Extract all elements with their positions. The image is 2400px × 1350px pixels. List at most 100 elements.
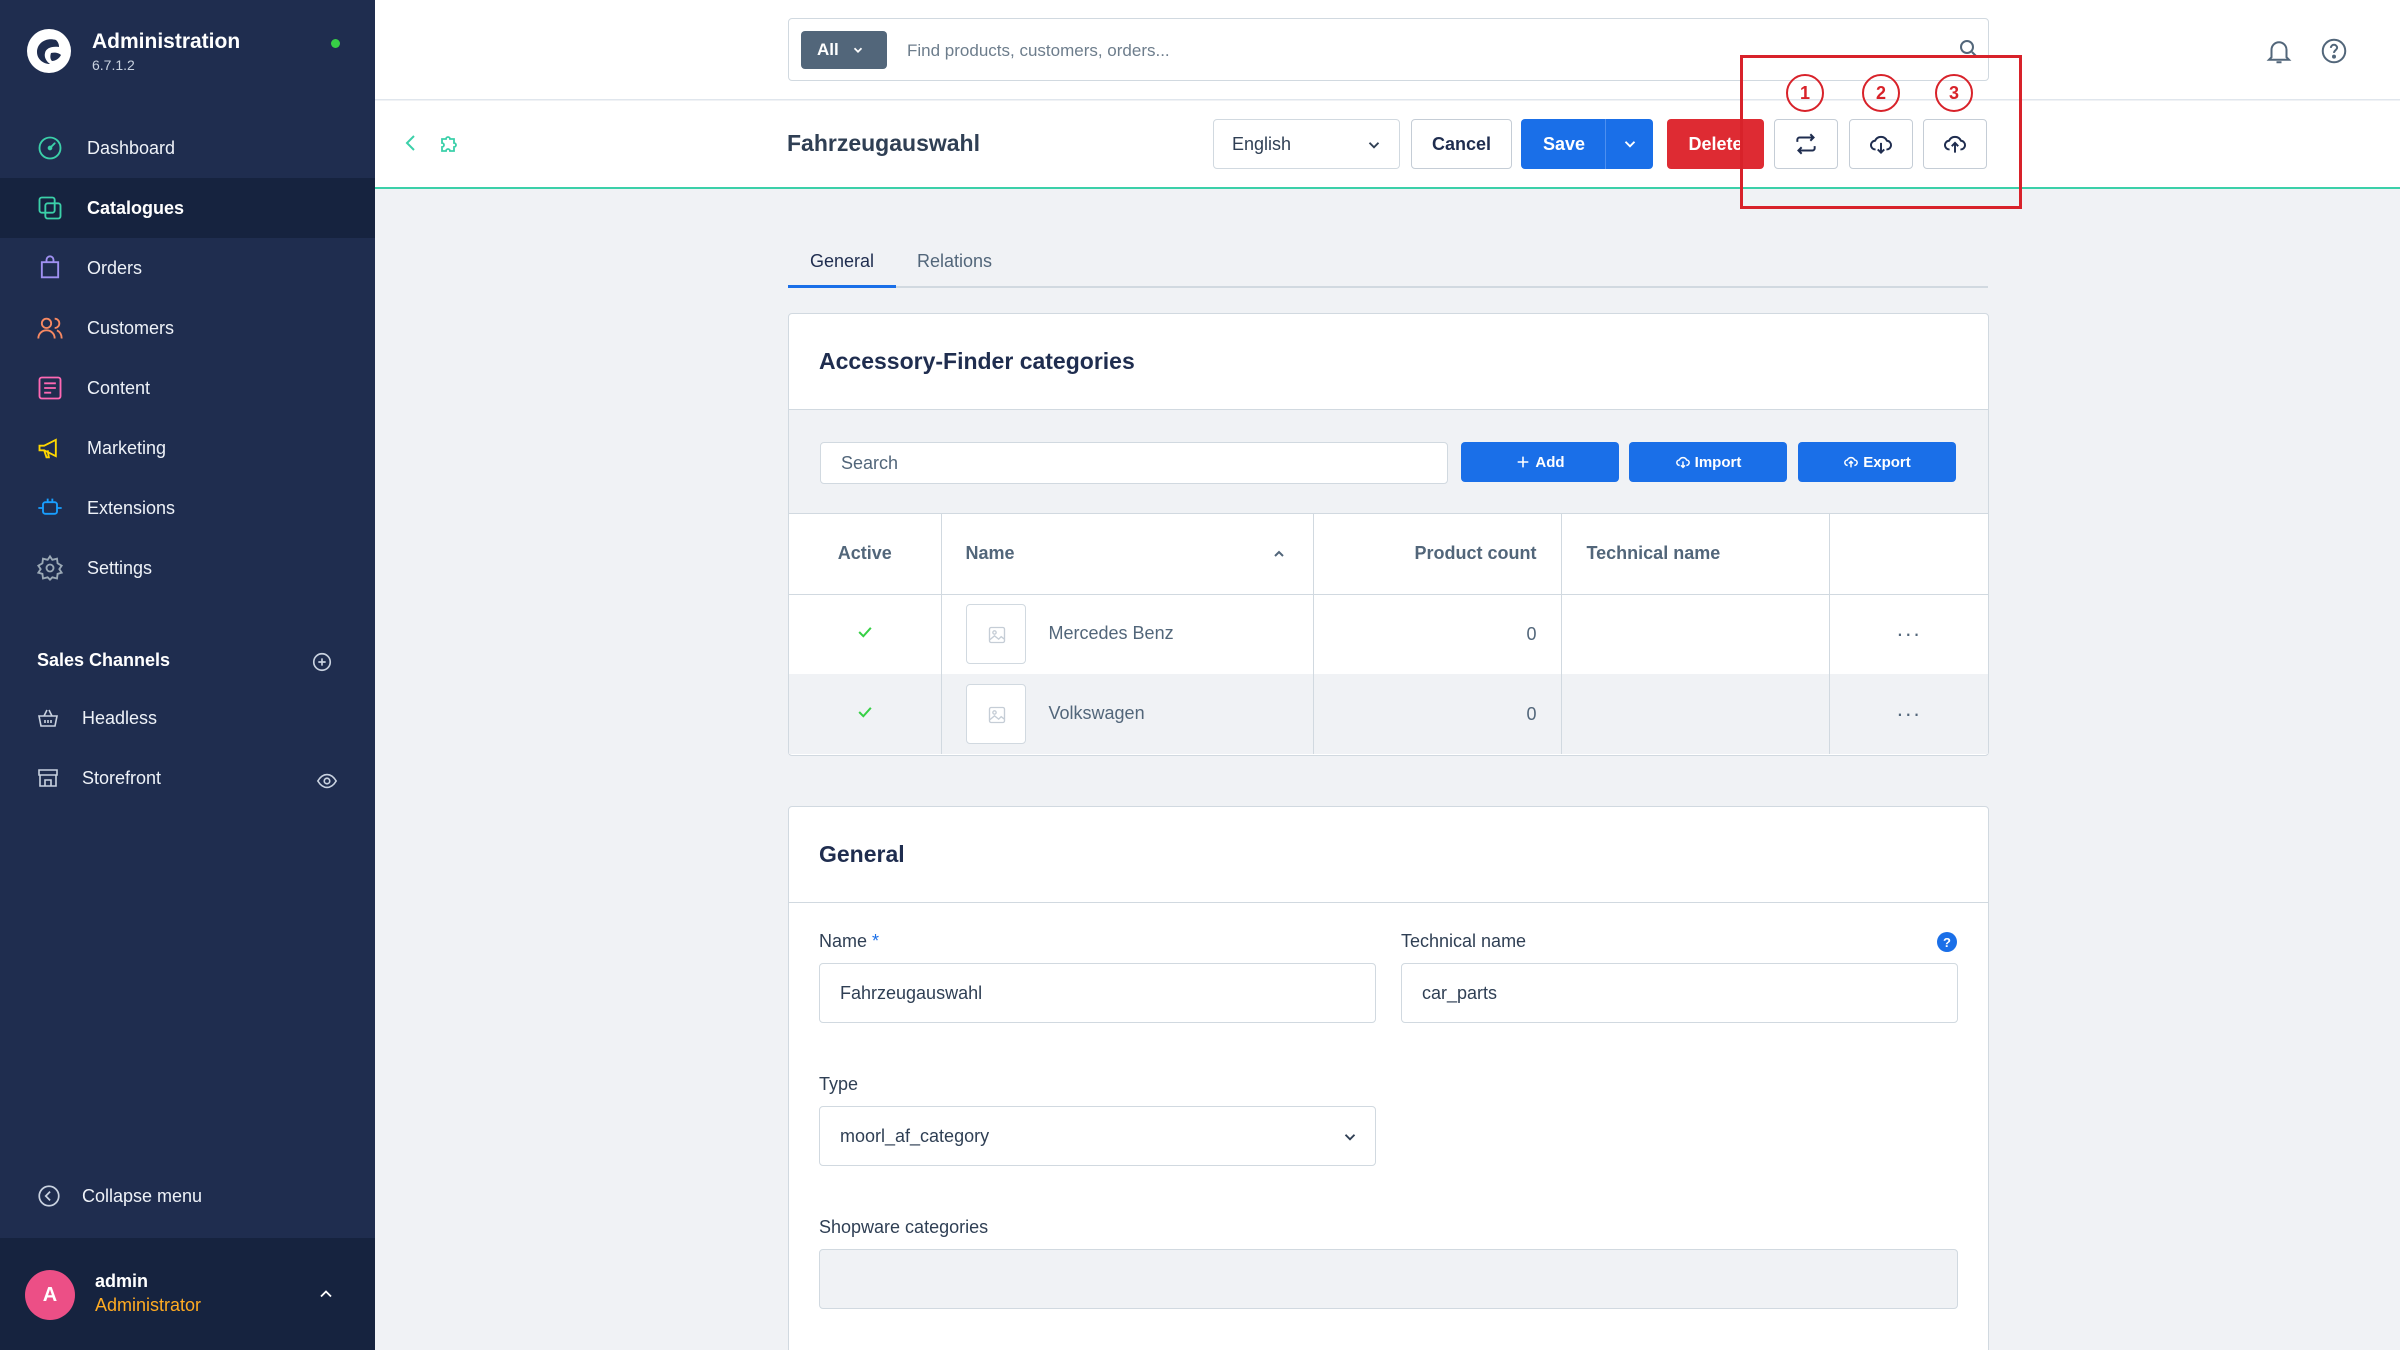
product-count-cell: 0: [1313, 594, 1562, 674]
annotation-number: 2: [1862, 74, 1900, 112]
name-label-text: Name: [819, 931, 868, 951]
add-sales-channel-icon[interactable]: [311, 651, 333, 673]
type-select[interactable]: moorl_af_category: [819, 1106, 1376, 1166]
search-scope-label: All: [817, 40, 839, 59]
save-label: Save: [1543, 133, 1586, 154]
category-name[interactable]: Mercedes Benz: [1049, 623, 1174, 643]
name-cell[interactable]: Mercedes Benz: [941, 594, 1314, 674]
sidebar-item-catalogues[interactable]: Catalogues: [0, 178, 375, 238]
extensions-icon: [38, 498, 62, 515]
name-cell[interactable]: Volkswagen: [941, 674, 1314, 754]
column-header-name[interactable]: Name: [941, 514, 1314, 595]
sidebar-item-label: Extensions: [87, 497, 176, 518]
sales-channel-label: Headless: [82, 707, 158, 728]
cloud-icon: [1675, 456, 1690, 469]
grid-search-input[interactable]: Search: [820, 442, 1448, 484]
type-field-label: Type: [819, 1074, 859, 1094]
eye-icon[interactable]: [316, 770, 338, 792]
smart-bar: Fahrzeugauswahl English Cancel Save Dele…: [375, 101, 2400, 189]
technical-name-input[interactable]: car_parts: [1401, 963, 1958, 1023]
image-placeholder: [965, 604, 1026, 665]
sidebar-item-label: Marketing: [87, 437, 167, 458]
collapse-menu-button[interactable]: Collapse menu: [36, 1183, 202, 1209]
sidebar-item-label: Settings: [87, 557, 153, 578]
export-button[interactable]: Export: [1798, 442, 1956, 482]
name-input[interactable]: Fahrzeugauswahl: [819, 963, 1376, 1023]
plus-icon: [1518, 456, 1529, 468]
shopware-categories-input[interactable]: [819, 1249, 1958, 1309]
export-label: Export: [1863, 453, 1911, 471]
shopware-categories-field-label: Shopware categories: [819, 1217, 989, 1237]
table-row[interactable]: Volkswagen 0 ···: [789, 674, 1988, 754]
category-name[interactable]: Volkswagen: [1049, 703, 1145, 723]
user-name: admin: [95, 1271, 149, 1291]
sidebar-item-dashboard[interactable]: Dashboard: [0, 118, 375, 178]
chevron-up-icon[interactable]: [316, 1284, 336, 1304]
sidebar-item-extensions[interactable]: Extensions: [0, 478, 375, 538]
sidebar-item-settings[interactable]: Settings: [0, 538, 375, 598]
page-title: Fahrzeugauswahl: [787, 130, 980, 156]
search-scope-dropdown[interactable]: All: [801, 31, 887, 69]
sales-channel-headless[interactable]: Headless: [36, 706, 157, 730]
content-icon: [38, 376, 62, 400]
grid-toolbar: Search Add Import Export: [789, 410, 1988, 514]
table-row[interactable]: Mercedes Benz 0 ···: [789, 594, 1988, 674]
back-arrow-icon[interactable]: [399, 131, 423, 155]
settings-icon: [36, 554, 64, 581]
help-icon[interactable]: [2319, 36, 2349, 66]
catalogues-icon: [38, 196, 62, 220]
bell-icon[interactable]: [2264, 36, 2294, 66]
collapse-menu-label: Collapse menu: [82, 1185, 203, 1206]
chevron-down-icon: [1368, 142, 1380, 149]
row-actions-button[interactable]: ···: [1829, 674, 1988, 754]
column-header-technical-name[interactable]: Technical name: [1561, 514, 1830, 595]
dashboard-icon: [38, 136, 62, 160]
save-options-toggle[interactable]: [1605, 119, 1653, 169]
chevron-down-icon: [1344, 1134, 1356, 1141]
sidebar-item-marketing[interactable]: Marketing: [0, 418, 375, 478]
storefront-icon: [38, 769, 58, 787]
chevron-down-icon: [853, 47, 862, 53]
chevron-down-icon: [1624, 141, 1635, 148]
orders-icon: [40, 255, 60, 279]
help-tooltip-icon[interactable]: ?: [1937, 932, 1957, 952]
app-title: Administration: [92, 29, 241, 53]
collapse-icon: [38, 1185, 60, 1207]
categories-card: Accessory-Finder categories Search Add I…: [788, 313, 1989, 756]
technical-name-cell: [1561, 594, 1830, 674]
more-icon: ···: [1896, 701, 1922, 726]
brand[interactable]: Administration 6.7.1.2: [26, 28, 240, 74]
sales-channels-title: Sales Channels: [37, 650, 171, 670]
column-header-product-count[interactable]: Product count: [1313, 514, 1562, 595]
tab-general[interactable]: General: [810, 251, 874, 272]
column-header-active[interactable]: Active: [789, 514, 942, 595]
required-marker: *: [872, 931, 880, 951]
product-count-cell: 0: [1313, 674, 1562, 754]
tab-relations[interactable]: Relations: [917, 251, 992, 272]
user-role: Administrator: [95, 1295, 202, 1315]
image-placeholder: [965, 684, 1026, 744]
card-title: General: [789, 807, 1988, 903]
search-input[interactable]: Find products, customers, orders...: [907, 41, 1170, 61]
sales-channel-storefront[interactable]: Storefront: [36, 766, 161, 790]
sidebar-item-orders[interactable]: Orders: [0, 238, 375, 298]
checkmark-icon: [858, 706, 872, 718]
general-card: General Name * Fahrzeugauswahl Technical…: [788, 806, 1989, 1350]
row-actions-button[interactable]: ···: [1829, 594, 1988, 674]
table-header-row: Active Name Product count Technical name: [789, 514, 1988, 595]
language-switch[interactable]: English: [1213, 119, 1400, 169]
user-menu[interactable]: A admin Administrator: [0, 1238, 375, 1350]
annotation-number: 1: [1786, 74, 1824, 112]
name-field-label: Name *: [819, 931, 879, 952]
sort-ascending-icon[interactable]: [1271, 546, 1287, 562]
import-button[interactable]: Import: [1629, 442, 1787, 482]
save-button[interactable]: Save: [1521, 119, 1653, 169]
sidebar-item-customers[interactable]: Customers: [0, 298, 375, 358]
image-icon: [988, 627, 1005, 644]
language-label: English: [1232, 133, 1292, 154]
sales-channel-label: Storefront: [82, 767, 162, 788]
add-button[interactable]: Add: [1461, 442, 1619, 482]
card-title: Accessory-Finder categories: [789, 314, 1988, 410]
cancel-button[interactable]: Cancel: [1411, 119, 1512, 169]
sidebar-item-content[interactable]: Content: [0, 358, 375, 418]
